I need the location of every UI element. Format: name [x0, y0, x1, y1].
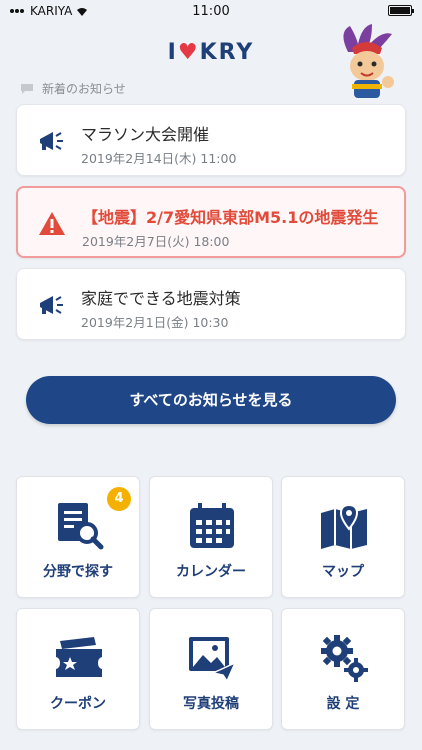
heart-icon: ♥: [177, 40, 200, 65]
menu-tile-settings[interactable]: 設 定: [281, 608, 405, 730]
warning-icon: [39, 212, 65, 235]
notice-date: 2019年2月1日(金) 10:30: [81, 315, 229, 330]
gear-icon: [321, 635, 368, 682]
notice-title: マラソン大会開催: [81, 125, 210, 144]
menu-tile-label: カレンダー: [176, 564, 246, 580]
map-icon: [321, 503, 367, 549]
mascot-image: [343, 24, 394, 98]
notice-date: 2019年2月14日(木) 11:00: [81, 151, 237, 166]
see-all-notices-button[interactable]: すべてのお知らせを見る: [26, 376, 396, 424]
calendar-icon: [190, 503, 234, 548]
notice-date: 2019年2月7日(火) 18:00: [82, 234, 230, 249]
menu-tile-label: 設 定: [326, 696, 360, 712]
ticket-icon: [56, 637, 102, 677]
notice-card[interactable]: マラソン大会開催 2019年2月14日(木) 11:00: [16, 104, 406, 176]
status-bar: KARIYA 11:00: [0, 0, 422, 22]
notice-card-alert[interactable]: 【地震】2/7愛知県東部M5.1の地震発生 2019年2月7日(火) 18:00: [16, 186, 406, 258]
menu-tile-coupon[interactable]: クーポン: [16, 608, 140, 730]
news-header: 新着のお知らせ: [20, 80, 126, 97]
news-header-label: 新着のお知らせ: [42, 82, 126, 96]
megaphone-icon: [40, 296, 63, 314]
photo-send-icon: [189, 637, 237, 683]
megaphone-icon: [40, 132, 63, 150]
logo-text-kry: KRY: [199, 40, 255, 65]
clock: 11:00: [192, 4, 230, 19]
menu-tile-calendar[interactable]: カレンダー: [149, 476, 273, 598]
menu-tile-photo-post[interactable]: 写真投稿: [149, 608, 273, 730]
menu-tile-category-search[interactable]: 4 分野で探す: [16, 476, 140, 598]
notice-title: 家庭でできる地震対策: [81, 289, 241, 308]
menu-tile-map[interactable]: マップ: [281, 476, 405, 598]
document-search-icon: [58, 503, 104, 550]
battery-icon: [388, 5, 414, 16]
menu-tile-label: 写真投稿: [183, 696, 239, 712]
notification-badge: 4: [107, 487, 131, 511]
menu-tile-label: マップ: [322, 564, 364, 580]
notice-title: 【地震】2/7愛知県東部M5.1の地震発生: [82, 208, 379, 227]
chat-bubble-icon: [21, 83, 33, 94]
menu-tile-label: 分野で探す: [43, 564, 113, 580]
logo-text-i: I: [167, 40, 178, 65]
menu-tile-label: クーポン: [50, 696, 106, 712]
notice-card[interactable]: 家庭でできる地震対策 2019年2月1日(金) 10:30: [16, 268, 406, 340]
